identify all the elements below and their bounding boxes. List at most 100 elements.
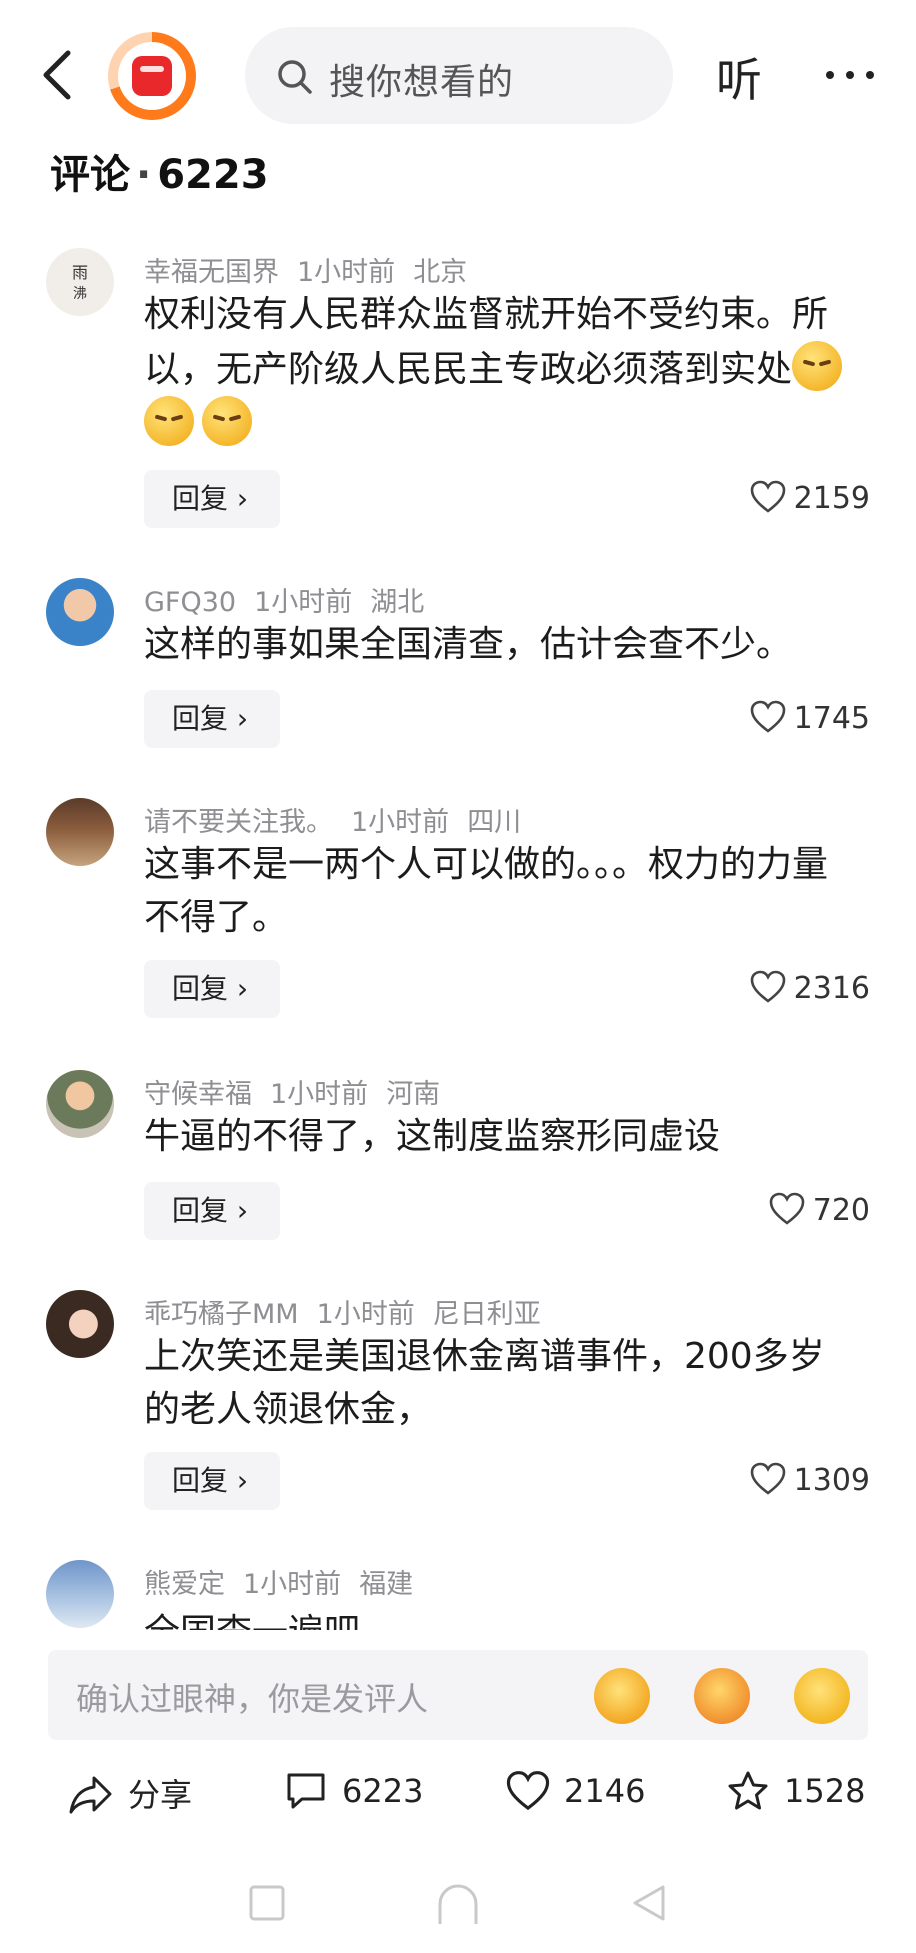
comments-heading: 评论 · 6223 (50, 152, 269, 198)
like-button[interactable]: 2316 (750, 970, 870, 1006)
comment-count: 6223 (342, 1772, 424, 1810)
back-nav-icon[interactable] (630, 1884, 668, 1922)
comments-label: 评论 (50, 152, 130, 198)
comment-item: GFQ30 1小时前 湖北 这样的事如果全国清查，估计会查不少。 回复 › 1745 (0, 578, 916, 758)
comment-meta: 熊爱定 1小时前 福建 (144, 1562, 431, 1601)
like-count: 1309 (793, 1463, 870, 1498)
back-button[interactable] (38, 45, 78, 105)
comment-username[interactable]: 乖巧橘子MM (144, 1299, 299, 1330)
like-count: 2146 (564, 1772, 646, 1810)
comment-time: 1小时前 (316, 1299, 415, 1330)
comment-time: 1小时前 (243, 1569, 342, 1600)
reply-button[interactable]: 回复 › (144, 1182, 280, 1240)
avatar[interactable] (46, 578, 114, 646)
comment-username[interactable]: 守候幸福 (144, 1079, 252, 1110)
comment-location: 河南 (386, 1079, 441, 1110)
like-button[interactable]: 1309 (750, 1462, 870, 1498)
comment-time: 1小时前 (254, 587, 353, 618)
shushing-emoji-icon[interactable] (794, 1668, 850, 1724)
svg-text:沸: 沸 (73, 286, 87, 302)
heart-icon (506, 1771, 550, 1811)
like-button[interactable]: 2159 (750, 480, 870, 516)
top-bar: 搜你想看的 听 (0, 0, 916, 150)
comment-username[interactable]: 幸福无国界 (144, 257, 279, 288)
comment-text: 这事不是一两个人可以做的。。。权力的力量不得了。 (144, 844, 829, 938)
comment-item: 请不要关注我。 1小时前 四川 这事不是一两个人可以做的。。。权力的力量不得了。 回… (0, 798, 916, 1028)
laughing-crying-emoji-icon[interactable] (594, 1668, 650, 1724)
share-button[interactable]: 分享 (68, 1770, 192, 1830)
comment-location: 尼日利亚 (432, 1299, 541, 1330)
more-button[interactable] (820, 55, 880, 95)
recent-apps-icon[interactable] (248, 1884, 286, 1922)
comment-meta: 请不要关注我。 1小时前 四川 (144, 800, 539, 839)
comment-input-placeholder: 确认过眼神，你是发评人 (76, 1680, 429, 1718)
app-logo-icon (132, 56, 172, 96)
more-dots-icon (826, 71, 834, 79)
comment-item: 熊爱定 1小时前福建 全国查一遍吧 (0, 1560, 916, 1630)
avatar[interactable] (46, 1290, 114, 1358)
action-bar: 分享 6223 2146 1528 (0, 1770, 916, 1830)
search-bar[interactable]: 搜你想看的 (245, 27, 673, 124)
like-count: 2159 (793, 481, 870, 516)
app-logo[interactable] (108, 32, 196, 120)
drooling-emoji-icon[interactable] (694, 1668, 750, 1724)
share-label: 分享 (128, 1776, 193, 1814)
comment-text: 这样的事如果全国清查，估计会查不少。 (144, 624, 793, 665)
avatar[interactable] (46, 798, 114, 866)
comment-meta: 守候幸福 1小时前 河南 (144, 1072, 458, 1111)
like-post-button[interactable]: 2146 (506, 1770, 645, 1830)
comment-location: 北京 (413, 257, 468, 288)
comment-location: 四川 (467, 807, 522, 838)
heart-icon (750, 480, 785, 513)
svg-text:雨: 雨 (72, 263, 88, 282)
comment-text: 权利没有人民群众监督就开始不受约束。所以，无产阶级人民民主专政必须落到实处 (144, 288, 864, 451)
heart-icon (750, 700, 785, 733)
comment-icon (287, 1773, 325, 1809)
comment-username[interactable]: GFQ30 (144, 587, 236, 618)
comment-meta: GFQ30 1小时前 湖北 (144, 580, 442, 619)
reply-button[interactable]: 回复 › (144, 690, 280, 748)
listen-button[interactable]: 听 (716, 44, 762, 110)
search-icon (278, 60, 312, 94)
reply-button[interactable]: 回复 › (144, 470, 280, 528)
like-count: 2316 (793, 971, 870, 1006)
favorite-count: 1528 (784, 1772, 866, 1810)
favorite-button[interactable]: 1528 (726, 1770, 865, 1830)
comment-button[interactable]: 6223 (284, 1770, 423, 1830)
comment-location: 湖北 (370, 587, 425, 618)
avatar[interactable] (46, 1560, 114, 1628)
comment-item: 乖巧橘子MM 1小时前 尼日利亚 上次笑还是美国退休金离谱事件，200多岁的老人领退… (0, 1290, 916, 1520)
annoyed-emoji-icon (792, 341, 843, 391)
heart-icon (750, 1462, 785, 1495)
comment-time: 1小时前 (270, 1079, 369, 1110)
like-button[interactable]: 1745 (750, 700, 870, 736)
comment-text-content: 权利没有人民群众监督就开始不受约束。所以，无产阶级人民民主专政必须落到实处 (144, 294, 829, 390)
heart-icon (769, 1192, 805, 1225)
heart-icon (750, 970, 785, 1003)
chevron-left-icon (43, 50, 71, 100)
comment-item: 守候幸福 1小时前 河南 牛逼的不得了，这制度监察形同虚设 回复 › 720 (0, 1070, 916, 1250)
comment-text: 全国查一遍吧 (144, 1606, 864, 1630)
share-icon (69, 1776, 112, 1814)
home-icon[interactable] (434, 1880, 482, 1928)
search-placeholder: 搜你想看的 (329, 62, 515, 103)
avatar[interactable] (46, 1070, 114, 1138)
comment-username[interactable]: 请不要关注我。 (144, 807, 333, 838)
annoyed-emoji-icon (202, 396, 252, 446)
star-icon (728, 1771, 768, 1810)
comment-input[interactable]: 确认过眼神，你是发评人 (48, 1650, 868, 1740)
comment-meta: 幸福无国界 1小时前 北京 (144, 250, 485, 289)
like-count: 1745 (793, 701, 870, 736)
comment-text: 牛逼的不得了，这制度监察形同虚设 (144, 1116, 721, 1157)
comment-text: 上次笑还是美国退休金离谱事件，200多岁的老人领退休金， (144, 1336, 825, 1430)
like-count: 720 (812, 1193, 870, 1228)
reply-button[interactable]: 回复 › (144, 1452, 280, 1510)
comment-username[interactable]: 熊爱定 (144, 1569, 225, 1600)
annoyed-emoji-icon (144, 396, 194, 446)
comment-location: 福建 (359, 1569, 414, 1600)
avatar[interactable]: 雨沸 (46, 248, 114, 316)
comment-time: 1小时前 (351, 807, 450, 838)
reply-button[interactable]: 回复 › (144, 960, 280, 1018)
comment-time: 1小时前 (297, 257, 396, 288)
like-button[interactable]: 720 (769, 1192, 870, 1228)
